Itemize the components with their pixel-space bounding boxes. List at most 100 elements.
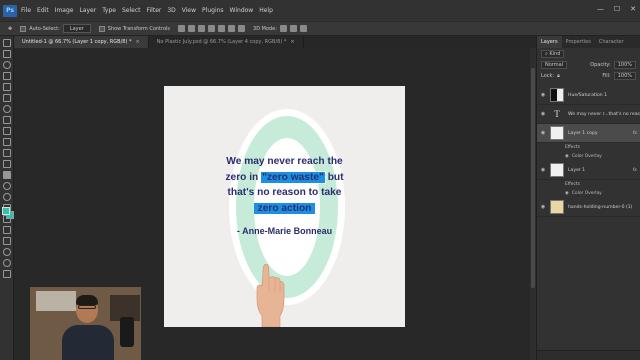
move-tool-indicator[interactable]: ✥ — [8, 26, 12, 32]
menu-filter[interactable]: Filter — [147, 7, 162, 14]
quote-line-2-post: but — [324, 171, 344, 183]
menu-image[interactable]: Image — [55, 7, 74, 14]
layer-hands-image[interactable]: ◉ hands-holding-number-0 (1) — [537, 198, 640, 217]
maximize-icon[interactable]: ☐ — [614, 5, 620, 13]
foreground-color-swatch[interactable] — [2, 207, 10, 215]
menu-layer[interactable]: Layer — [79, 7, 96, 14]
layer-layer-1[interactable]: ◉ Layer 1 fx — [537, 161, 640, 180]
brush-tool-icon[interactable] — [2, 127, 11, 135]
close-icon[interactable]: × — [135, 39, 139, 45]
panel-tabs: Layers Properties Character — [537, 36, 640, 48]
frame-tool-icon[interactable] — [2, 94, 11, 102]
close-icon[interactable]: × — [290, 39, 294, 45]
blur-tool-icon[interactable] — [2, 182, 11, 190]
layer-filter-kind[interactable]: ⌕ Kind — [541, 49, 565, 58]
auto-select-dropdown[interactable]: Layer — [62, 24, 91, 33]
eye-icon[interactable]: ◉ — [540, 92, 546, 98]
window-controls: — ☐ ✕ — [597, 5, 636, 13]
menu-window[interactable]: Window — [230, 7, 254, 14]
effects-label: Effects — [565, 182, 580, 187]
hand-tool-icon[interactable] — [2, 248, 11, 256]
menu-file[interactable]: File — [21, 7, 31, 14]
scrollbar-thumb[interactable] — [531, 68, 535, 288]
tab-properties[interactable]: Properties — [562, 36, 595, 48]
layer-quote-text[interactable]: ◉ T We may never r...that's no reas — [537, 105, 640, 124]
eye-icon[interactable]: ◉ — [540, 204, 546, 210]
menu-plugins[interactable]: Plugins — [202, 7, 224, 14]
rotate-3d-icon[interactable] — [279, 25, 287, 32]
menu-select[interactable]: Select — [122, 7, 141, 14]
layer-hue-saturation[interactable]: ◉ Hue/Saturation 1 — [537, 86, 640, 105]
eyedropper-tool-icon[interactable] — [2, 105, 11, 113]
move-tool-icon[interactable] — [2, 39, 11, 47]
instructor-webcam — [30, 287, 141, 360]
photoshop-window: Ps File Edit Image Layer Type Select Fil… — [0, 0, 640, 360]
auto-select-option[interactable]: Auto-Select: Layer — [20, 24, 91, 33]
highlighted-zero-waste: "zero waste" — [260, 170, 326, 184]
clone-stamp-tool-icon[interactable] — [2, 138, 11, 146]
roll-3d-icon[interactable] — [289, 25, 297, 32]
blend-mode-select[interactable]: Normal — [541, 60, 568, 69]
transform-controls-option[interactable]: Show Transform Controls — [98, 25, 171, 32]
effect-color-overlay[interactable]: ◉ Color Overlay — [537, 189, 640, 198]
tab-no-plastic-july[interactable]: No Plastic July.psd @ 66.7% (Layer 4 cop… — [149, 36, 304, 48]
eye-icon[interactable]: ◉ — [540, 111, 546, 117]
lasso-tool-icon[interactable] — [2, 61, 11, 69]
effects-row[interactable]: Effects — [537, 180, 640, 189]
quote-text[interactable]: We may never reach the zero in "zero was… — [194, 154, 375, 216]
eye-icon[interactable]: ◉ — [540, 167, 546, 173]
3d-mode-label: 3D Mode: — [253, 25, 277, 32]
tab-layers[interactable]: Layers — [537, 36, 562, 48]
close-icon[interactable]: ✕ — [630, 5, 636, 13]
layer-layer-1-copy[interactable]: ◉ Layer 1 copy fx — [537, 124, 640, 143]
tab-untitled-1[interactable]: Untitled-1 @ 66.7% (Layer 1 copy, RGB/8)… — [14, 36, 149, 48]
layer-name: Layer 1 — [568, 167, 586, 173]
eye-icon[interactable]: ◉ — [565, 191, 569, 196]
transform-controls-checkbox[interactable] — [98, 25, 105, 32]
effect-label: Color Overlay — [571, 191, 602, 196]
document-tabs: Untitled-1 @ 66.7% (Layer 1 copy, RGB/8)… — [14, 36, 534, 48]
tab-label: No Plastic July.psd @ 66.7% (Layer 4 cop… — [156, 39, 287, 45]
effects-row[interactable]: Effects — [537, 143, 640, 152]
gradient-tool-icon[interactable] — [2, 171, 11, 179]
auto-select-checkbox[interactable] — [20, 25, 27, 32]
healing-brush-tool-icon[interactable] — [2, 116, 11, 124]
eye-icon[interactable]: ◉ — [565, 154, 569, 159]
fill-field[interactable]: 100% — [613, 71, 636, 80]
document-canvas[interactable]: We may never reach the zero in "zero was… — [164, 86, 405, 327]
zoom-tool-icon[interactable] — [2, 259, 11, 267]
transform-controls-label: Show Transform Controls — [107, 25, 171, 32]
fx-icon[interactable]: fx — [633, 168, 637, 173]
quick-select-tool-icon[interactable] — [2, 72, 11, 80]
menu-edit[interactable]: Edit — [37, 7, 49, 14]
dodge-tool-icon[interactable] — [2, 193, 11, 201]
quote-line-1: We may never reach the — [226, 156, 343, 167]
align-bottom-icon[interactable] — [228, 25, 236, 32]
marquee-tool-icon[interactable] — [2, 50, 11, 58]
tab-character[interactable]: Character — [595, 36, 628, 48]
drag-3d-icon[interactable] — [299, 25, 307, 32]
quote-author[interactable]: - Anne-Marie Bonneau — [194, 226, 375, 236]
menu-view[interactable]: View — [182, 7, 196, 14]
rectangle-tool-icon[interactable] — [2, 237, 11, 245]
align-right-icon[interactable] — [198, 25, 206, 32]
minimize-icon[interactable]: — — [597, 5, 604, 13]
menu-type[interactable]: Type — [102, 7, 116, 14]
path-selection-tool-icon[interactable] — [2, 226, 11, 234]
align-top-icon[interactable] — [208, 25, 216, 32]
align-center-icon[interactable] — [188, 25, 196, 32]
opacity-field[interactable]: 100% — [613, 60, 636, 69]
history-brush-tool-icon[interactable] — [2, 149, 11, 157]
more-tools-icon[interactable] — [2, 270, 11, 278]
eraser-tool-icon[interactable] — [2, 160, 11, 168]
menu-3d[interactable]: 3D — [167, 7, 175, 14]
distribute-icon[interactable] — [238, 25, 246, 32]
align-left-icon[interactable] — [178, 25, 186, 32]
lock-icon[interactable]: 🔒︎ — [557, 73, 560, 79]
eye-icon[interactable]: ◉ — [540, 130, 546, 136]
fx-icon[interactable]: fx — [633, 131, 637, 136]
align-middle-icon[interactable] — [218, 25, 226, 32]
crop-tool-icon[interactable] — [2, 83, 11, 91]
effect-color-overlay[interactable]: ◉ Color Overlay — [537, 152, 640, 161]
menu-help[interactable]: Help — [259, 7, 273, 14]
